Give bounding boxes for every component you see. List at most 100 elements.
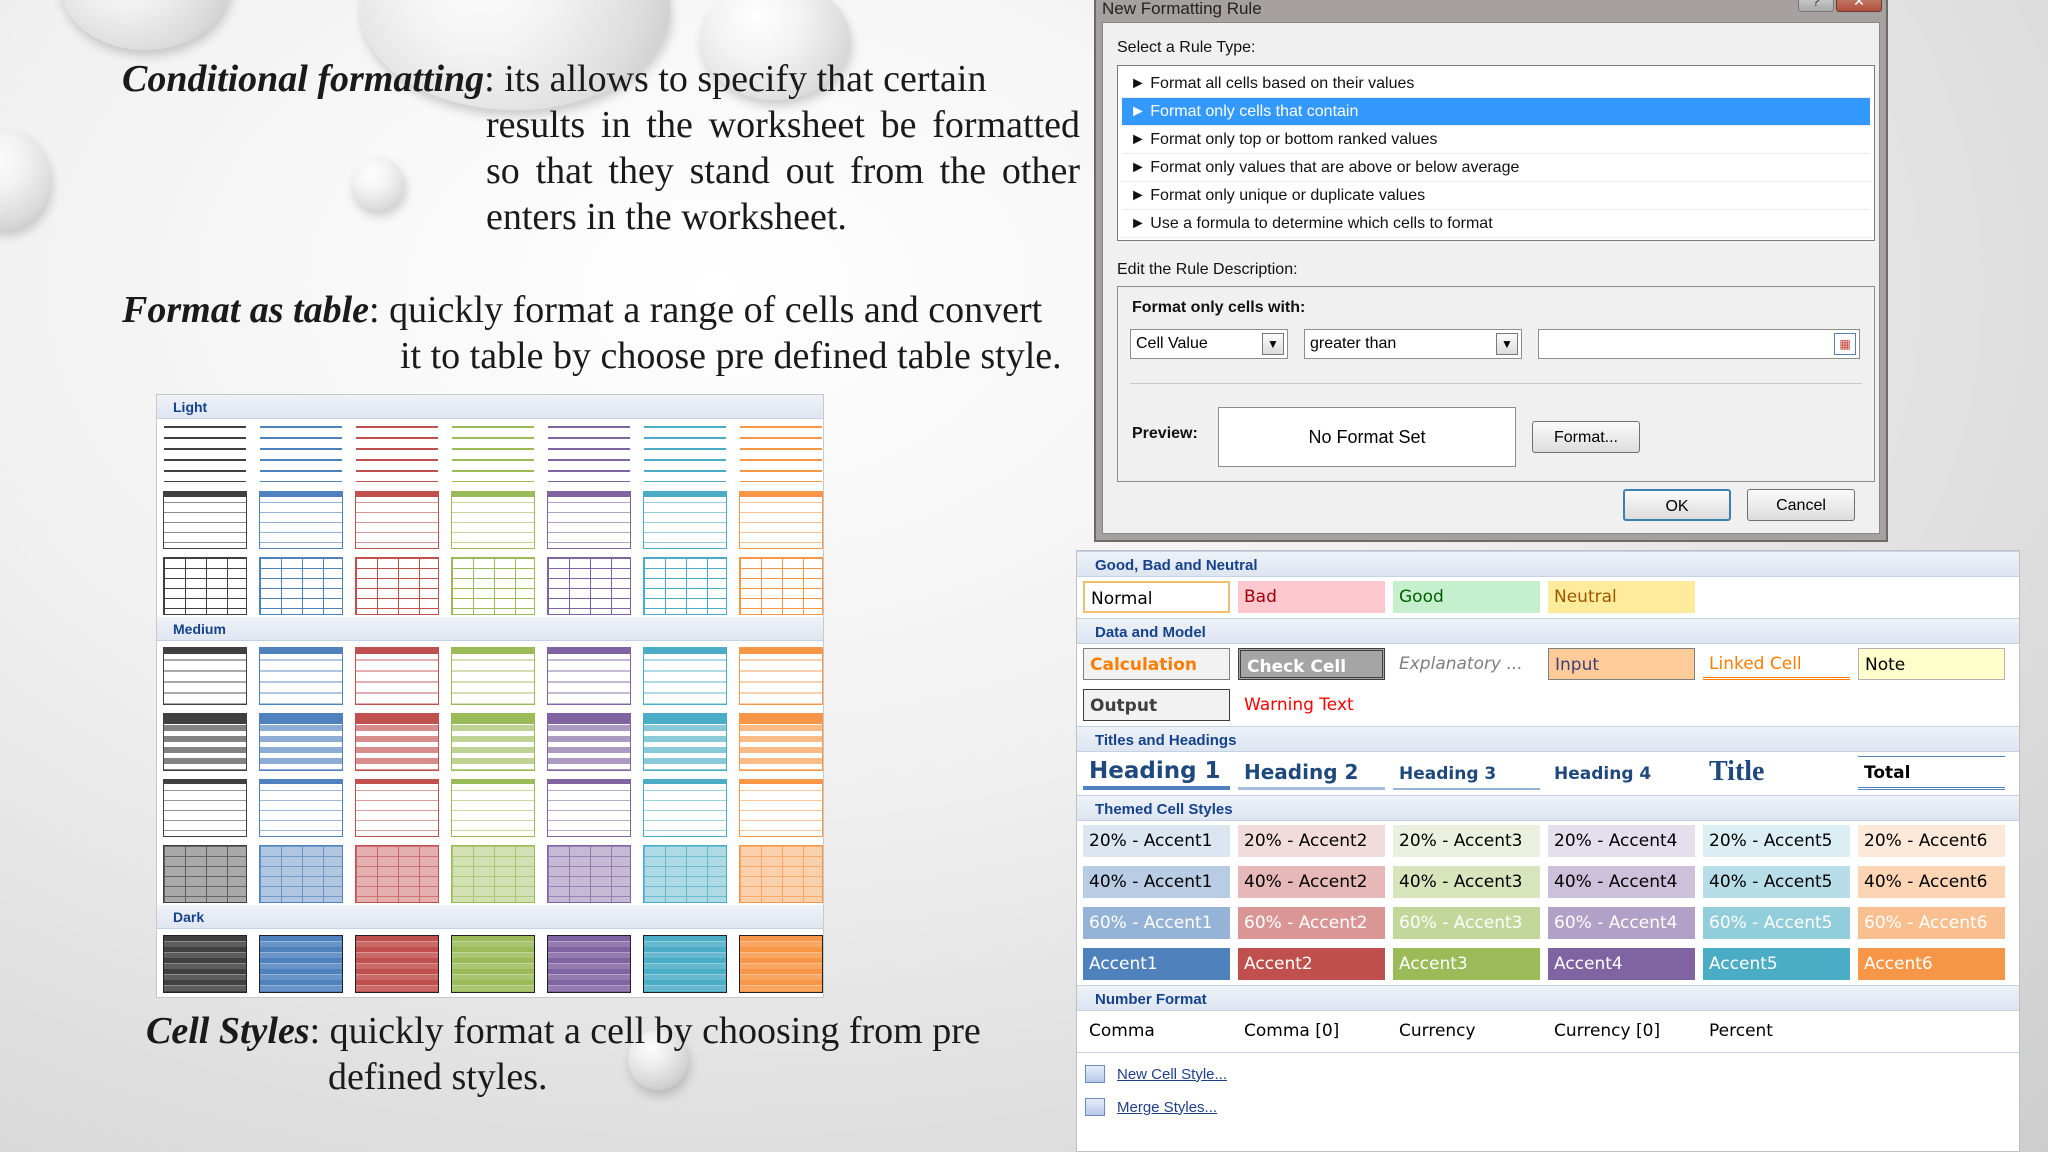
style-currency[interactable]: Currency — [1393, 1015, 1540, 1047]
table-style-thumbnail[interactable] — [163, 779, 247, 837]
value-input[interactable]: ▦ — [1538, 329, 1860, 359]
new-cell-style-item[interactable]: New Cell Style... — [1077, 1053, 2019, 1086]
cell-value-combo[interactable]: Cell Value ▼ — [1130, 329, 1288, 359]
range-picker-icon[interactable]: ▦ — [1834, 333, 1856, 355]
style-40-accent6[interactable]: 40% - Accent6 — [1858, 866, 2005, 898]
table-style-thumbnail[interactable] — [259, 779, 343, 837]
rule-type-item[interactable]: ► Format only unique or duplicate values — [1122, 182, 1870, 210]
style-heading-1[interactable]: Heading 1 — [1083, 756, 1230, 790]
table-style-thumbnail[interactable] — [739, 557, 823, 615]
style-note[interactable]: Note — [1858, 648, 2005, 680]
style-60-accent3[interactable]: 60% - Accent3 — [1393, 907, 1540, 939]
table-style-thumbnail[interactable] — [739, 425, 823, 483]
style-percent[interactable]: Percent — [1703, 1015, 1850, 1047]
table-style-thumbnail[interactable] — [643, 557, 727, 615]
table-style-thumbnail[interactable] — [643, 425, 727, 483]
style-comma[interactable]: Comma — [1083, 1015, 1230, 1047]
table-style-thumbnail[interactable] — [451, 713, 535, 771]
table-style-thumbnail[interactable] — [547, 557, 631, 615]
style-40-accent2[interactable]: 40% - Accent2 — [1238, 866, 1385, 898]
style-check-cell[interactable]: Check Cell — [1238, 648, 1385, 680]
table-style-thumbnail[interactable] — [355, 845, 439, 903]
table-style-thumbnail[interactable] — [259, 491, 343, 549]
table-style-thumbnail[interactable] — [259, 425, 343, 483]
table-style-thumbnail[interactable] — [547, 845, 631, 903]
table-style-thumbnail[interactable] — [355, 935, 439, 993]
style-60-accent1[interactable]: 60% - Accent1 — [1083, 907, 1230, 939]
table-style-thumbnail[interactable] — [547, 425, 631, 483]
table-style-thumbnail[interactable] — [259, 557, 343, 615]
table-style-thumbnail[interactable] — [355, 425, 439, 483]
table-style-thumbnail[interactable] — [643, 713, 727, 771]
table-style-thumbnail[interactable] — [355, 713, 439, 771]
style-40-accent3[interactable]: 40% - Accent3 — [1393, 866, 1540, 898]
table-style-thumbnail[interactable] — [163, 845, 247, 903]
help-button[interactable]: ? — [1798, 0, 1834, 12]
style-normal[interactable]: Normal — [1083, 581, 1230, 613]
style-20-accent5[interactable]: 20% - Accent5 — [1703, 825, 1850, 857]
style-title[interactable]: Title — [1703, 756, 1850, 790]
table-style-thumbnail[interactable] — [163, 557, 247, 615]
table-style-thumbnail[interactable] — [547, 713, 631, 771]
style-60-accent2[interactable]: 60% - Accent2 — [1238, 907, 1385, 939]
table-style-thumbnail[interactable] — [259, 935, 343, 993]
table-style-thumbnail[interactable] — [355, 491, 439, 549]
style-60-accent5[interactable]: 60% - Accent5 — [1703, 907, 1850, 939]
style-accent6[interactable]: Accent6 — [1858, 948, 2005, 980]
chevron-down-icon[interactable]: ▼ — [1262, 333, 1284, 355]
table-style-thumbnail[interactable] — [739, 935, 823, 993]
rule-type-item[interactable]: ► Use a formula to determine which cells… — [1122, 210, 1870, 238]
style-good[interactable]: Good — [1393, 581, 1540, 613]
format-button[interactable]: Format... — [1532, 421, 1640, 453]
style-40-accent4[interactable]: 40% - Accent4 — [1548, 866, 1695, 898]
rule-type-list[interactable]: ► Format all cells based on their values… — [1117, 65, 1875, 241]
style-60-accent4[interactable]: 60% - Accent4 — [1548, 907, 1695, 939]
table-style-thumbnail[interactable] — [643, 491, 727, 549]
table-style-thumbnail[interactable] — [163, 935, 247, 993]
table-style-thumbnail[interactable] — [163, 425, 247, 483]
table-style-thumbnail[interactable] — [739, 647, 823, 705]
style-explanatory[interactable]: Explanatory ... — [1393, 648, 1540, 680]
rule-type-item[interactable]: ► Format all cells based on their values — [1122, 70, 1870, 98]
style-currency-0[interactable]: Currency [0] — [1548, 1015, 1695, 1047]
table-style-thumbnail[interactable] — [259, 647, 343, 705]
style-40-accent5[interactable]: 40% - Accent5 — [1703, 866, 1850, 898]
style-heading-2[interactable]: Heading 2 — [1238, 756, 1385, 790]
ok-button[interactable]: OK — [1623, 489, 1731, 521]
table-style-thumbnail[interactable] — [739, 491, 823, 549]
table-style-thumbnail[interactable] — [547, 935, 631, 993]
style-accent5[interactable]: Accent5 — [1703, 948, 1850, 980]
style-input[interactable]: Input — [1548, 648, 1695, 680]
table-style-thumbnail[interactable] — [739, 779, 823, 837]
table-style-thumbnail[interactable] — [451, 491, 535, 549]
style-heading-4[interactable]: Heading 4 — [1548, 756, 1695, 790]
table-style-thumbnail[interactable] — [259, 845, 343, 903]
chevron-down-icon[interactable]: ▼ — [1496, 333, 1518, 355]
close-button[interactable]: ✕ — [1836, 0, 1882, 12]
style-60-accent6[interactable]: 60% - Accent6 — [1858, 907, 2005, 939]
style-20-accent2[interactable]: 20% - Accent2 — [1238, 825, 1385, 857]
rule-type-item[interactable]: ► Format only values that are above or b… — [1122, 154, 1870, 182]
table-style-thumbnail[interactable] — [739, 713, 823, 771]
style-output[interactable]: Output — [1083, 689, 1230, 721]
style-neutral[interactable]: Neutral — [1548, 581, 1695, 613]
new-cell-style-label[interactable]: New Cell Style... — [1117, 1066, 1227, 1083]
table-style-thumbnail[interactable] — [643, 779, 727, 837]
style-bad[interactable]: Bad — [1238, 581, 1385, 613]
table-style-thumbnail[interactable] — [547, 779, 631, 837]
table-style-thumbnail[interactable] — [355, 557, 439, 615]
operator-combo[interactable]: greater than ▼ — [1304, 329, 1522, 359]
merge-styles-item[interactable]: Merge Styles... — [1077, 1086, 2019, 1119]
style-accent1[interactable]: Accent1 — [1083, 948, 1230, 980]
table-style-thumbnail[interactable] — [259, 713, 343, 771]
style-warning-text[interactable]: Warning Text — [1238, 689, 1385, 721]
style-heading-3[interactable]: Heading 3 — [1393, 756, 1540, 790]
table-style-thumbnail[interactable] — [451, 557, 535, 615]
table-style-thumbnail[interactable] — [451, 779, 535, 837]
style-20-accent4[interactable]: 20% - Accent4 — [1548, 825, 1695, 857]
table-style-thumbnail[interactable] — [451, 647, 535, 705]
table-style-thumbnail[interactable] — [547, 647, 631, 705]
style-accent4[interactable]: Accent4 — [1548, 948, 1695, 980]
table-style-thumbnail[interactable] — [547, 491, 631, 549]
style-accent3[interactable]: Accent3 — [1393, 948, 1540, 980]
